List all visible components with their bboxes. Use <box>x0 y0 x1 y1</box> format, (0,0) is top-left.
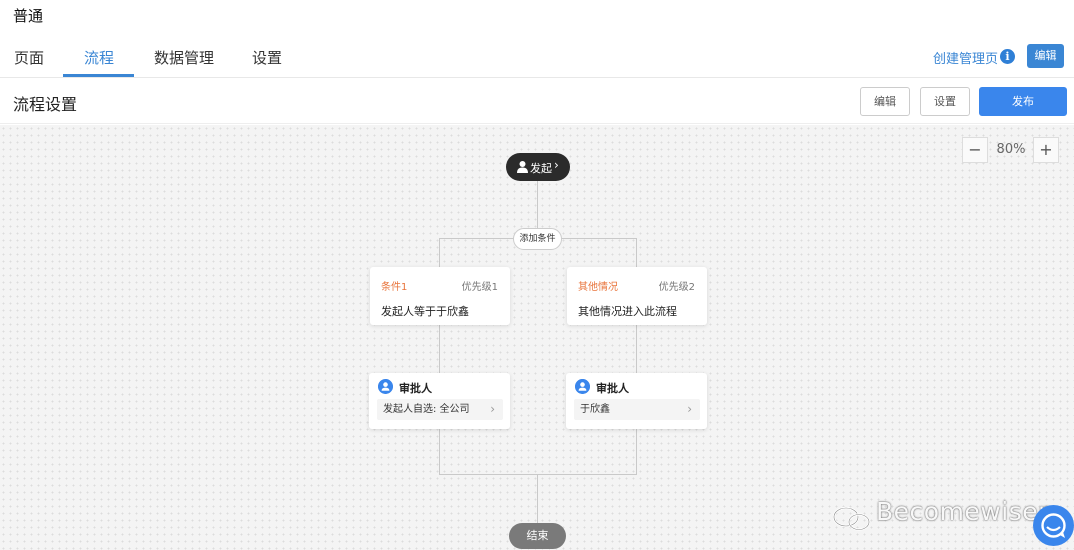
approver-user-icon <box>575 379 590 394</box>
condition-card-2[interactable]: 其他情况 优先级2 其他情况进入此流程 <box>567 267 707 325</box>
tab-data-management[interactable]: 数据管理 <box>154 47 214 68</box>
approver-card-1[interactable]: 审批人 发起人自选: 全公司 › <box>369 373 510 429</box>
user-icon <box>517 161 528 173</box>
chat-icon <box>1041 513 1066 538</box>
chevron-right-icon: › <box>490 402 495 416</box>
edit-button-top[interactable]: 编辑 <box>1027 44 1064 68</box>
start-node-label: 发起 <box>530 162 552 175</box>
connector-line <box>537 181 538 228</box>
subheader: 流程设置 编辑 设置 发布 <box>0 78 1074 124</box>
chevron-right-icon: › <box>687 402 692 416</box>
publish-button[interactable]: 发布 <box>979 87 1067 116</box>
approver-user-icon <box>378 379 393 394</box>
create-admin-page-link[interactable]: 创建管理页 <box>933 48 998 67</box>
condition-description: 发起人等于于欣鑫 <box>381 305 469 318</box>
approver-value: 于欣鑫 <box>580 404 610 415</box>
approver-value: 发起人自选: 全公司 <box>383 404 470 415</box>
approver-select[interactable]: 发起人自选: 全公司 › <box>377 399 503 420</box>
flow-canvas[interactable]: − 80% + 发起 › 添加条件 条件1 优先级1 发起人等于于欣鑫 其他情况… <box>0 125 1074 550</box>
condition-card-1[interactable]: 条件1 优先级1 发起人等于于欣鑫 <box>370 267 510 325</box>
condition-priority: 优先级2 <box>658 282 695 293</box>
zoom-in-button[interactable]: + <box>1033 137 1059 163</box>
connector-line <box>439 474 637 475</box>
connector-line <box>537 474 538 523</box>
condition-priority: 优先级1 <box>461 282 498 293</box>
approver-title: 审批人 <box>596 382 629 395</box>
chat-support-button[interactable] <box>1033 505 1074 546</box>
condition-name: 条件1 <box>381 282 408 293</box>
active-tab-indicator <box>63 74 134 77</box>
condition-name: 其他情况 <box>578 282 618 293</box>
watermark-text: Becomewiser <box>876 497 1049 526</box>
zoom-out-button[interactable]: − <box>962 137 988 163</box>
tab-settings[interactable]: 设置 <box>252 47 282 68</box>
approver-select[interactable]: 于欣鑫 › <box>574 399 700 420</box>
info-icon[interactable]: i <box>1000 49 1015 64</box>
add-condition-button[interactable]: 添加条件 <box>513 228 562 250</box>
approver-title: 审批人 <box>399 382 432 395</box>
end-node: 结束 <box>509 523 566 549</box>
app-title: 普通 <box>13 7 44 25</box>
zoom-level: 80% <box>996 142 1026 157</box>
edit-button[interactable]: 编辑 <box>860 87 910 116</box>
condition-description: 其他情况进入此流程 <box>578 305 677 318</box>
page-title: 流程设置 <box>13 95 78 114</box>
approver-card-2[interactable]: 审批人 于欣鑫 › <box>566 373 707 429</box>
settings-button[interactable]: 设置 <box>920 87 970 116</box>
wechat-icon <box>832 506 871 531</box>
tab-bar: 页面 流程 数据管理 设置 创建管理页 i 编辑 <box>0 38 1074 78</box>
tab-page[interactable]: 页面 <box>14 47 44 68</box>
chevron-right-icon: › <box>554 158 559 172</box>
start-node[interactable]: 发起 › <box>506 153 570 181</box>
tab-flow[interactable]: 流程 <box>84 47 114 68</box>
